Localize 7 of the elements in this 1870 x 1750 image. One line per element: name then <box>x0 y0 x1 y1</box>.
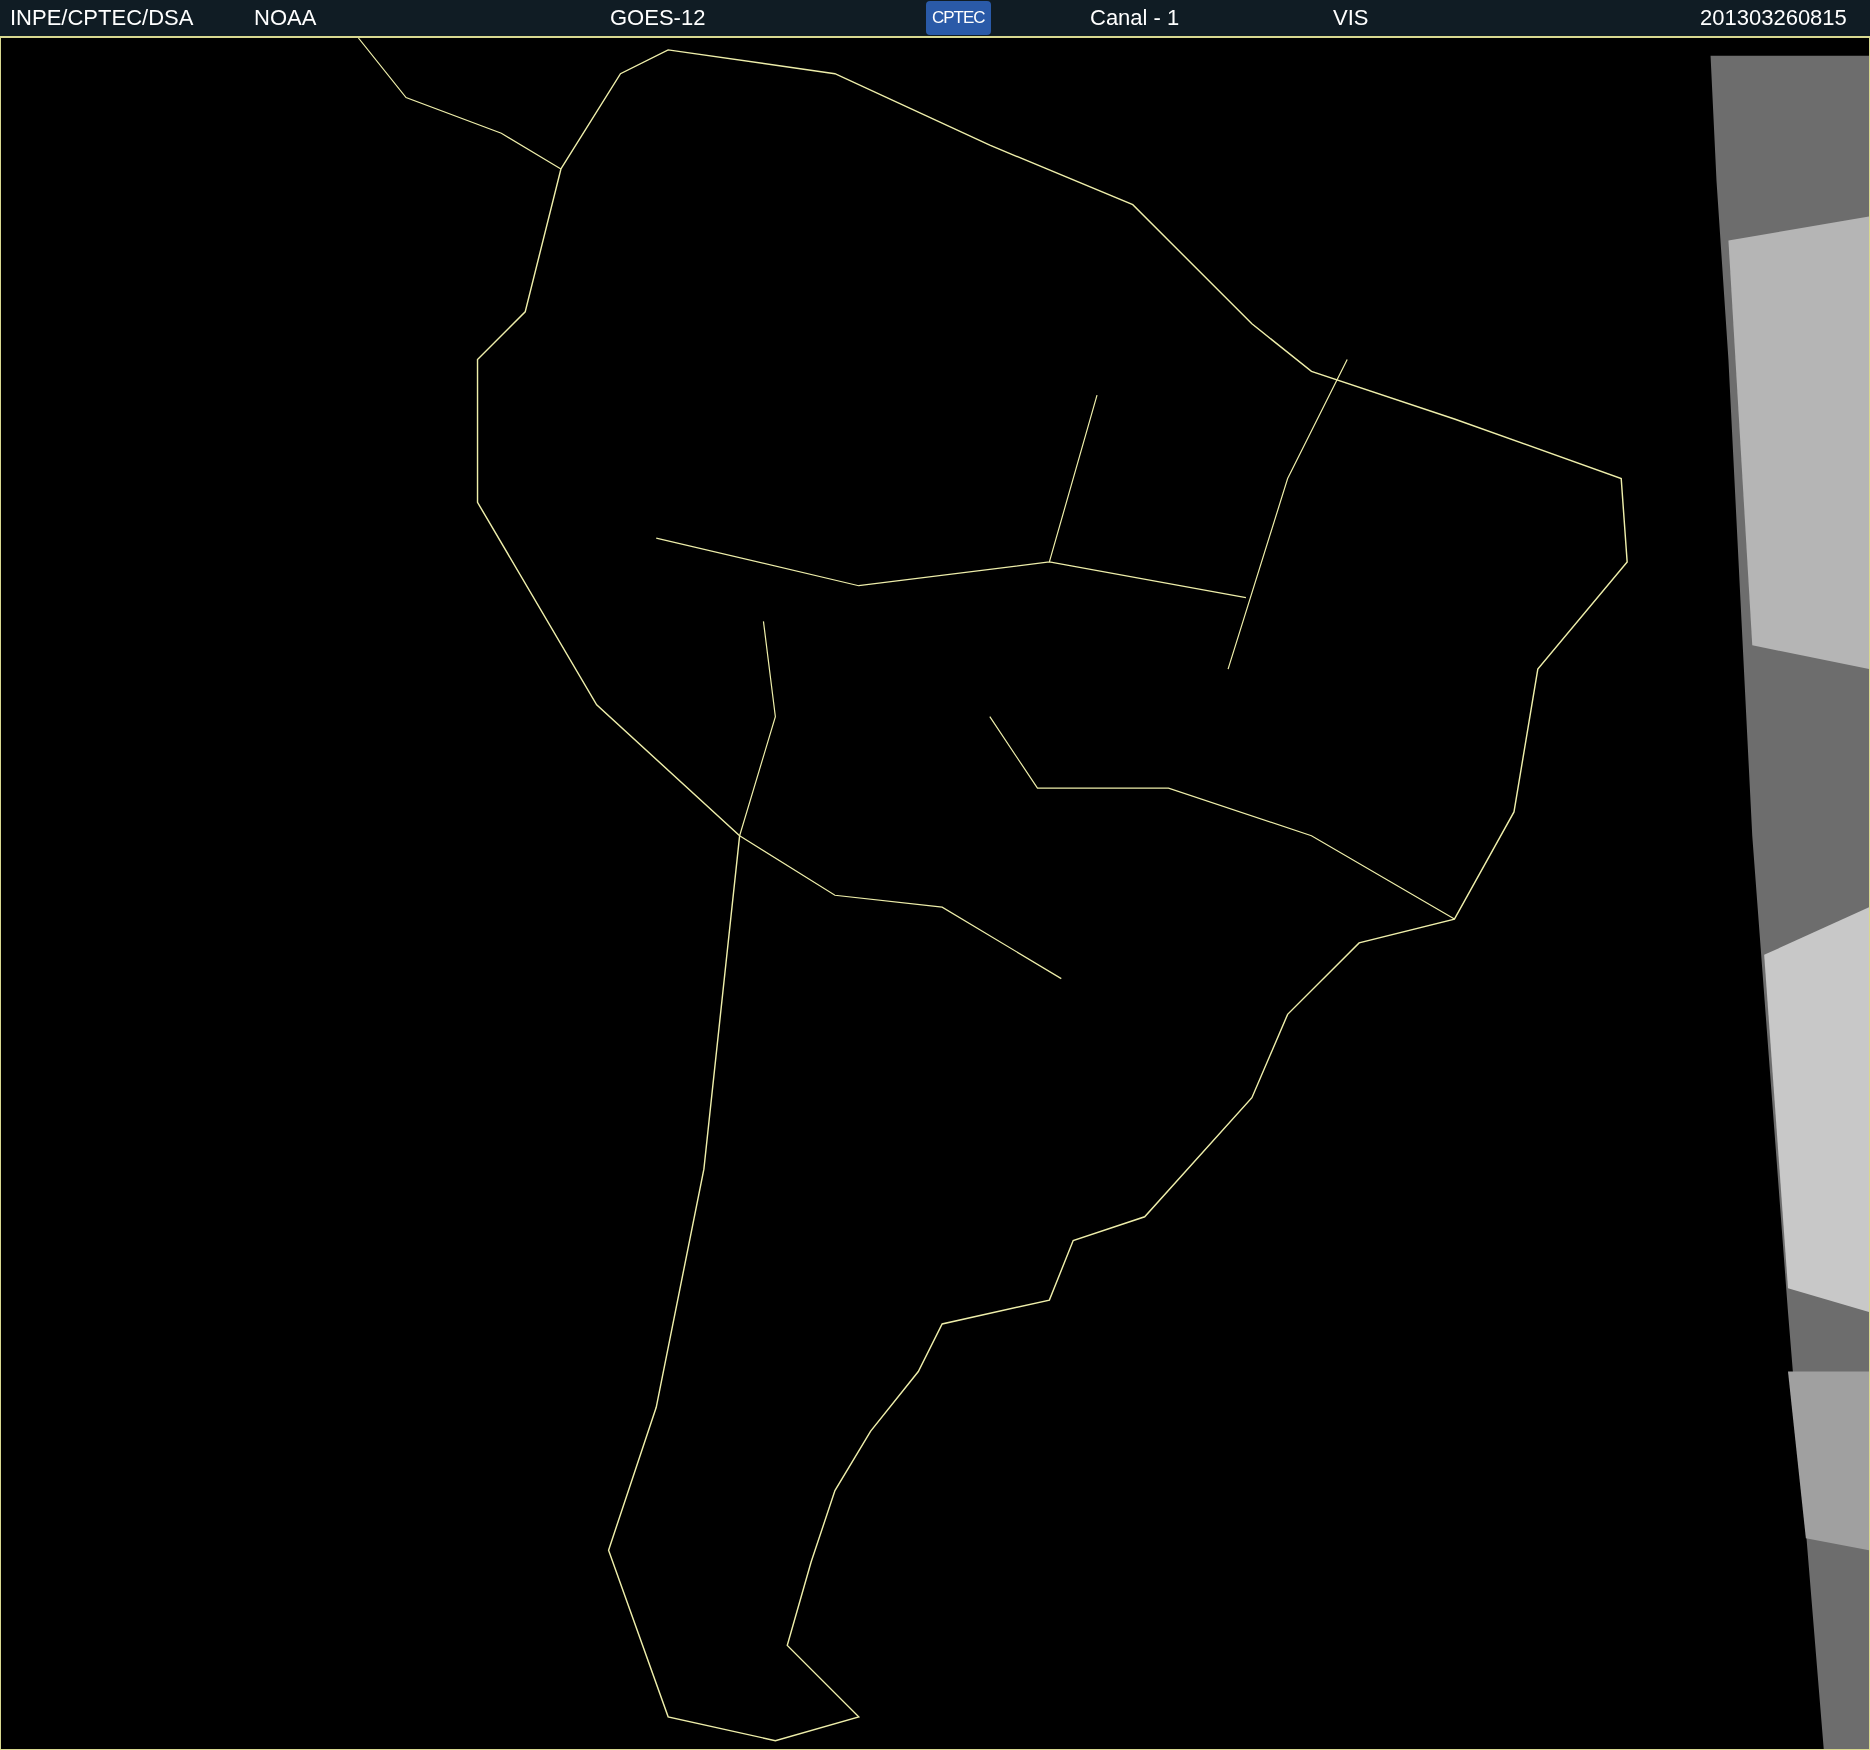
header-label: NOAA <box>254 5 317 31</box>
header-label: VIS <box>1333 5 1369 31</box>
header-label: Canal - 1 <box>1090 5 1180 31</box>
header-label: INPE/CPTEC/DSA <box>10 5 194 31</box>
header-label: GOES-12 <box>610 5 706 31</box>
logo: CPTEC <box>926 1 991 35</box>
timestamp-label: 201303260815 <box>1700 5 1847 31</box>
